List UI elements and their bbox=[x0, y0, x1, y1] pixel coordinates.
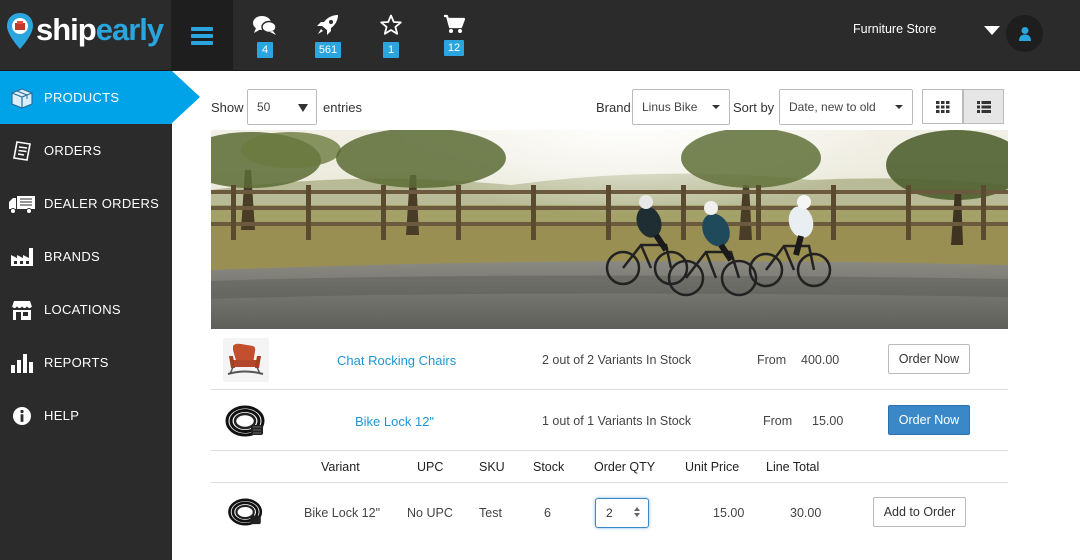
grid-icon bbox=[935, 100, 949, 113]
grid-view-button[interactable] bbox=[922, 89, 963, 124]
cart-nav-button[interactable]: 12 bbox=[434, 14, 474, 64]
order-now-button[interactable]: Order Now bbox=[888, 344, 970, 374]
order-qty-value: 2 bbox=[606, 506, 613, 520]
store-icon bbox=[0, 299, 44, 321]
sidebar-item-dealer-orders[interactable]: DEALER ORDERS bbox=[0, 177, 172, 230]
entries-select[interactable]: 50 bbox=[247, 89, 317, 125]
variant-line-total: 30.00 bbox=[790, 506, 822, 520]
variant-upc: No UPC bbox=[407, 506, 453, 520]
star-icon bbox=[380, 14, 402, 35]
sidebar-item-label: DEALER ORDERS bbox=[44, 196, 160, 211]
brand-select[interactable]: Linus Bike bbox=[632, 89, 730, 125]
sortby-label: Sort by bbox=[733, 100, 775, 115]
price-from-label: From bbox=[757, 353, 787, 367]
favorites-nav-button[interactable]: 1 bbox=[371, 14, 411, 64]
logo-text-ship: ship bbox=[36, 12, 97, 47]
order-now-button[interactable]: Order Now bbox=[888, 405, 970, 435]
user-icon bbox=[1018, 26, 1031, 41]
products-icon bbox=[0, 87, 44, 109]
order-qty-stepper[interactable]: 2 bbox=[595, 498, 649, 528]
brand-label: Brand bbox=[596, 100, 631, 115]
column-header-stock: Stock bbox=[533, 460, 565, 474]
chevron-down-icon bbox=[895, 105, 903, 109]
factory-icon bbox=[0, 246, 44, 268]
launches-badge: 561 bbox=[314, 42, 342, 58]
top-bar: shipearly 4 561 1 12 Furniture Store bbox=[0, 0, 1080, 71]
sidebar-item-label: REPORTS bbox=[44, 355, 109, 370]
product-price: 400.00 bbox=[801, 353, 840, 367]
logo-text-early: early bbox=[95, 12, 164, 47]
variant-table-header: Variant UPC SKU Stock Order QTY Unit Pri… bbox=[211, 451, 1008, 483]
add-to-order-button[interactable]: Add to Order bbox=[873, 497, 966, 527]
map-pin-icon bbox=[6, 12, 34, 49]
variant-thumbnail bbox=[226, 492, 266, 532]
store-name[interactable]: Furniture Store bbox=[853, 22, 936, 36]
sidebar-item-help[interactable]: HELP bbox=[0, 389, 172, 442]
sidebar-item-locations[interactable]: LOCATIONS bbox=[0, 283, 172, 336]
entries-select-value: 50 bbox=[257, 100, 271, 114]
bar-chart-icon bbox=[0, 352, 44, 374]
product-name-link[interactable]: Chat Rocking Chairs bbox=[337, 353, 456, 368]
column-header-sku: SKU bbox=[479, 460, 505, 474]
orders-icon bbox=[0, 140, 44, 162]
sidebar-item-label: BRANDS bbox=[44, 249, 100, 264]
column-header-order-qty: Order QTY bbox=[594, 460, 656, 474]
sidebar-item-orders[interactable]: ORDERS bbox=[0, 124, 172, 177]
column-header-unit-price: Unit Price bbox=[685, 460, 740, 474]
column-header-variant: Variant bbox=[321, 460, 360, 474]
hamburger-icon bbox=[191, 24, 213, 48]
caret-down-icon[interactable] bbox=[984, 26, 1000, 35]
product-stock: 1 out of 1 Variants In Stock bbox=[542, 414, 692, 428]
shipearly-logo[interactable]: shipearly bbox=[6, 10, 164, 50]
sidebar-item-label: LOCATIONS bbox=[44, 302, 121, 317]
product-thumbnail-bike-lock[interactable] bbox=[223, 399, 269, 443]
chevron-down-icon bbox=[712, 105, 720, 109]
sortby-select[interactable]: Date, new to old bbox=[779, 89, 913, 125]
sidebar-item-brands[interactable]: BRANDS bbox=[0, 230, 172, 283]
favorites-badge: 1 bbox=[383, 42, 399, 58]
column-header-line-total: Line Total bbox=[766, 460, 820, 474]
sidebar-item-label: PRODUCTS bbox=[44, 90, 120, 105]
hamburger-menu-button[interactable] bbox=[171, 0, 233, 71]
cart-badge: 12 bbox=[443, 40, 465, 56]
chat-icon bbox=[253, 16, 277, 35]
launches-nav-button[interactable]: 561 bbox=[308, 14, 348, 64]
show-label: Show bbox=[211, 100, 244, 115]
sidebar-item-label: HELP bbox=[44, 408, 80, 423]
chevron-down-icon bbox=[298, 104, 308, 112]
product-thumbnail-chair[interactable] bbox=[223, 338, 269, 382]
sidebar-item-label: ORDERS bbox=[44, 143, 102, 158]
variant-stock: 6 bbox=[544, 506, 551, 520]
user-avatar[interactable] bbox=[1006, 15, 1043, 52]
price-from-label: From bbox=[763, 414, 793, 428]
product-row[interactable]: Chat Rocking Chairs 2 out of 2 Variants … bbox=[211, 330, 1008, 390]
variant-unit-price: 15.00 bbox=[713, 506, 745, 520]
list-icon bbox=[976, 100, 991, 113]
table-row: Bike Lock 12" No UPC Test 6 2 15.00 30.0… bbox=[211, 484, 1008, 542]
sortby-select-value: Date, new to old bbox=[789, 100, 876, 114]
product-stock: 2 out of 2 Variants In Stock bbox=[542, 353, 692, 367]
sidebar-item-reports[interactable]: REPORTS bbox=[0, 336, 172, 389]
variant-name: Bike Lock 12" bbox=[304, 506, 381, 520]
column-header-upc: UPC bbox=[417, 460, 444, 474]
product-row[interactable]: Bike Lock 12" 1 out of 1 Variants In Sto… bbox=[211, 391, 1008, 451]
variant-sku: Test bbox=[479, 506, 502, 520]
rocket-icon bbox=[317, 15, 338, 35]
spinner-arrows-icon[interactable] bbox=[633, 506, 640, 520]
brand-banner-image bbox=[211, 130, 1008, 329]
brand-select-value: Linus Bike bbox=[642, 100, 698, 114]
info-icon bbox=[0, 406, 44, 426]
product-price: 15.00 bbox=[812, 414, 844, 428]
sidebar: PRODUCTS ORDERS DEALER ORDERS BRANDS LOC… bbox=[0, 71, 200, 560]
sidebar-item-products[interactable]: PRODUCTS bbox=[0, 71, 200, 124]
cart-icon bbox=[444, 14, 465, 33]
truck-icon bbox=[0, 193, 44, 215]
messages-badge: 4 bbox=[257, 42, 273, 58]
entries-label: entries bbox=[323, 100, 363, 115]
messages-nav-button[interactable]: 4 bbox=[245, 14, 285, 64]
product-name-link[interactable]: Bike Lock 12" bbox=[355, 414, 434, 429]
list-view-button[interactable] bbox=[963, 89, 1004, 124]
